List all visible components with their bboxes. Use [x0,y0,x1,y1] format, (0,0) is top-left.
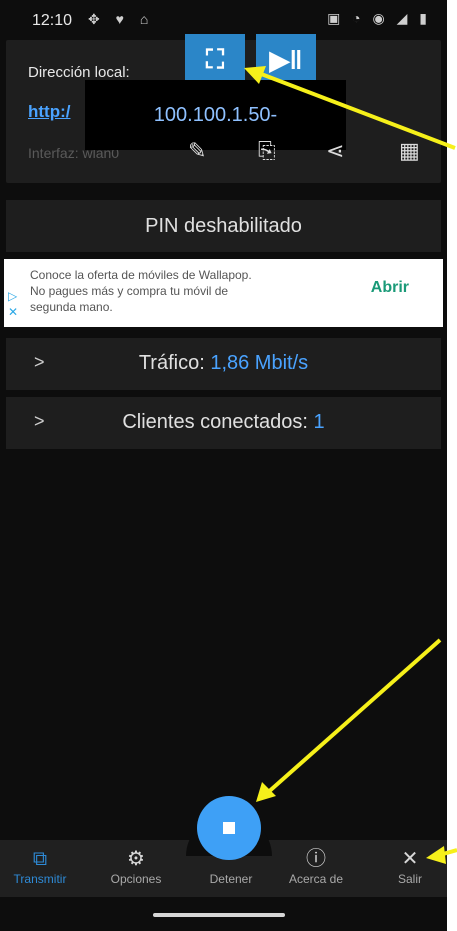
cast-icon: ⧉ [32,848,48,870]
info-icon: ⓘ [306,848,326,870]
nav-label: Detener [209,872,253,886]
traffic-row[interactable]: > Tráfico: 1,86 Mbit/s [6,338,441,390]
nav-label: Acerca de [288,872,344,886]
status-bar: 12:10 ✥ ♥ ⌂ ▣ ◔ ◉ ◢ ▮ [0,0,447,36]
pin-status: PIN deshabilitado [6,200,441,252]
traffic-value: 1,86 Mbit/s [210,352,309,374]
nav-exit[interactable]: ✕ Salir [370,840,447,897]
nav-label: Transmitir [13,872,67,886]
nav-options[interactable]: ⚙ Opciones [96,840,176,897]
ad-line-2: No pagues más y compra tu móvil de [30,284,229,298]
stop-icon [223,822,235,834]
traffic-label: Tráfico: [138,352,205,374]
ad-line-3: segunda mano. [30,300,113,314]
play-pause-icon: ▶‖ [269,44,303,75]
ad-close-icon[interactable]: ✕ [8,305,18,319]
status-notification-icons: ✥ ♥ ⌂ [88,11,155,27]
play-pause-button[interactable]: ▶‖ [256,34,316,86]
local-address-link[interactable]: http:/ [28,102,70,122]
fullscreen-button[interactable]: ⛶ [185,34,245,86]
status-time: 12:10 [32,12,73,29]
qr-code-icon[interactable]: ▦ [399,138,420,164]
clients-value: 1 [313,411,325,433]
copy-icon[interactable]: ⎘ [258,138,276,164]
close-icon: ✕ [401,848,419,870]
share-icon[interactable]: ⋖ [326,138,344,164]
ad-line-1: Conoce la oferta de móviles de Wallapop. [30,268,252,282]
nav-label: Salir [397,872,422,886]
fullscreen-icon: ⛶ [205,44,225,74]
gear-icon: ⚙ [127,848,145,870]
local-address-label: Dirección local: [28,64,130,81]
ad-text: Conoce la oferta de móviles de Wallapop.… [30,267,330,315]
edit-icon[interactable]: ✎ [188,138,206,164]
status-system-icons: ▣ ◔ ◉ ◢ ▮ [327,10,431,26]
nav-about[interactable]: ⓘ Acerca de [276,840,356,897]
stop-button[interactable] [197,796,261,860]
clients-label: Clientes conectados: [122,411,308,433]
ad-banner[interactable]: Conoce la oferta de móviles de Wallapop.… [4,259,443,327]
clients-row[interactable]: > Clientes conectados: 1 [6,397,441,449]
ad-open-button[interactable]: Abrir [371,279,409,297]
phone-screen: 12:10 ✥ ♥ ⌂ ▣ ◔ ◉ ◢ ▮ Dirección local: h… [0,0,447,931]
ad-choices-icon[interactable]: ▷ [8,289,17,303]
nav-transmit[interactable]: ⧉ Transmitir [0,840,80,897]
home-indicator [153,913,285,917]
nav-label: Opciones [110,872,162,886]
ip-address-overlay: 100.100.1.50- [85,80,346,150]
